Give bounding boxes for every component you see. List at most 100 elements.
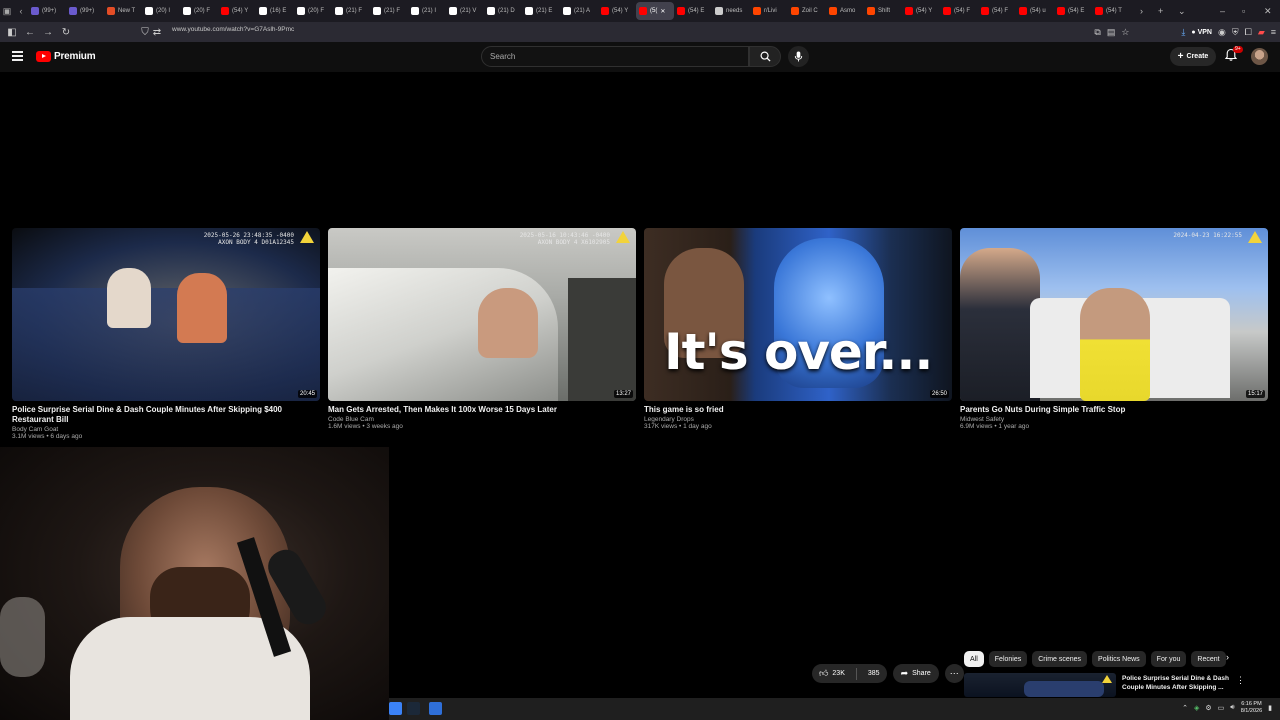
video-card[interactable]: 2025-05-16 10:43:46 -0400 AXON BODY 4 X6…: [328, 228, 636, 430]
channel-name[interactable]: Midwest Safety: [960, 416, 1268, 423]
new-tab-icon[interactable]: +: [1158, 0, 1163, 22]
video-card[interactable]: 2024-04-23 16:22:55 15:17 Parents Go Nut…: [960, 228, 1268, 430]
shield-extension-icon[interactable]: ⛨: [1232, 27, 1239, 38]
url-field[interactable]: www.youtube.com/watch?v=G7Aslh-9Pmc: [172, 26, 294, 33]
browser-tab[interactable]: (21) A: [560, 2, 598, 20]
browser-tab[interactable]: (54) E: [674, 2, 712, 20]
hamburger-menu-icon[interactable]: [12, 51, 23, 61]
channel-name[interactable]: Body Cam Goat: [12, 426, 320, 433]
browser-tab[interactable]: (20) F: [180, 2, 218, 20]
voice-search-button[interactable]: [788, 46, 809, 67]
extensions-icon[interactable]: ⧠: [1245, 27, 1252, 38]
browser-tab[interactable]: (5(✕: [636, 2, 674, 20]
reload-icon[interactable]: ↻: [57, 23, 75, 41]
channel-name[interactable]: Code Blue Cam: [328, 416, 636, 423]
browser-tab[interactable]: Shift: [864, 2, 902, 20]
taskbar-app-icon[interactable]: [429, 702, 442, 715]
avatar[interactable]: [1251, 48, 1268, 65]
filter-chip[interactable]: Crime scenes: [1032, 651, 1088, 667]
create-button[interactable]: + Create: [1170, 47, 1216, 66]
minimize-window-icon[interactable]: –: [1220, 0, 1225, 22]
filter-chip[interactable]: Recent: [1191, 651, 1226, 667]
browser-tab[interactable]: (21) I: [408, 2, 446, 20]
picture-in-picture-icon[interactable]: ⧉: [1094, 27, 1100, 38]
account-icon[interactable]: ◉: [1218, 27, 1226, 38]
filter-chip[interactable]: For you: [1150, 651, 1187, 667]
browser-tab[interactable]: (21) F: [332, 2, 370, 20]
network-icon[interactable]: ▭: [1218, 704, 1225, 712]
browser-tab[interactable]: (54) E: [1054, 2, 1092, 20]
video-title[interactable]: Police Surprise Serial Dine & Dash Coupl…: [12, 405, 320, 425]
browser-tab[interactable]: (54) F: [940, 2, 978, 20]
tray-overflow-icon[interactable]: ⌃: [1182, 704, 1188, 712]
tray-app-icon[interactable]: ◈: [1194, 704, 1199, 712]
video-card[interactable]: 2025-05-26 23:48:35 -0400 AXON BODY 4 D0…: [12, 228, 320, 440]
filter-chip[interactable]: All: [964, 651, 984, 667]
extension-badge-icon[interactable]: ▰: [1258, 27, 1265, 38]
video-title[interactable]: This game is so fried: [644, 405, 952, 415]
video-thumbnail[interactable]: 2025-05-26 23:48:35 -0400 AXON BODY 4 D0…: [12, 228, 320, 401]
search-input[interactable]: Search: [481, 46, 749, 67]
steam-icon[interactable]: [407, 702, 420, 715]
browser-tab[interactable]: New T: [104, 2, 142, 20]
reader-view-icon[interactable]: ▤: [1107, 27, 1116, 38]
browser-tab[interactable]: (21) E: [522, 2, 560, 20]
video-title[interactable]: Parents Go Nuts During Simple Traffic St…: [960, 405, 1268, 415]
filter-chip[interactable]: Felonies: [988, 651, 1028, 667]
like-button[interactable]: 👍︎ 23K: [812, 664, 852, 683]
browser-tab[interactable]: (21) F: [370, 2, 408, 20]
video-thumbnail[interactable]: 2024-04-23 16:22:55 15:17: [960, 228, 1268, 401]
tray-app-icon[interactable]: ⚙: [1205, 704, 1211, 712]
tab-list-dropdown-icon[interactable]: ⌄: [1178, 0, 1186, 22]
chevron-right-icon[interactable]: ›: [1226, 652, 1229, 662]
browser-tab[interactable]: (21) D: [484, 2, 522, 20]
video-thumbnail[interactable]: 2025-05-16 10:43:46 -0400 AXON BODY 4 X6…: [328, 228, 636, 401]
browser-tab[interactable]: r/Livi: [750, 2, 788, 20]
browser-tab[interactable]: Asmo: [826, 2, 864, 20]
app-menu-icon[interactable]: ≡: [1271, 27, 1276, 37]
video-card[interactable]: It's over... 26:50 This game is so fried…: [644, 228, 952, 430]
maximize-window-icon[interactable]: ▫: [1242, 0, 1245, 22]
video-thumbnail[interactable]: It's over... 26:50: [644, 228, 952, 401]
forward-icon[interactable]: →: [39, 23, 57, 41]
browser-tab[interactable]: (99+): [66, 2, 104, 20]
speaker-icon[interactable]: 🔊︎: [1230, 704, 1234, 712]
video-title[interactable]: Man Gets Arrested, Then Makes It 100x Wo…: [328, 405, 636, 415]
browser-tab[interactable]: (20) I: [142, 2, 180, 20]
browser-tab[interactable]: (16) E: [256, 2, 294, 20]
browser-tab[interactable]: needs: [712, 2, 750, 20]
browser-tab[interactable]: (54) u: [1016, 2, 1054, 20]
clock[interactable]: 6:16 PM 8/1/2026: [1241, 701, 1262, 715]
taskbar-app-icon[interactable]: [389, 702, 402, 715]
bookmark-star-icon[interactable]: ☆: [1121, 27, 1129, 38]
browser-tab[interactable]: Zoil C: [788, 2, 826, 20]
back-icon[interactable]: ←: [21, 23, 39, 41]
notification-center-icon[interactable]: ▮: [1268, 704, 1272, 712]
browser-tab[interactable]: (54) Y: [218, 2, 256, 20]
close-tab-icon[interactable]: ✕: [660, 8, 665, 15]
browser-tab[interactable]: (54) Y: [598, 2, 636, 20]
next-video-thumbnail[interactable]: [964, 673, 1116, 697]
downloads-icon[interactable]: ⤓: [1181, 27, 1185, 38]
browser-tab[interactable]: (54) T: [1092, 2, 1130, 20]
dislike-button[interactable]: 385: [861, 664, 887, 683]
youtube-logo[interactable]: Premium: [36, 51, 96, 62]
filter-chip[interactable]: Politics News: [1092, 651, 1146, 667]
browser-tab[interactable]: (21) V: [446, 2, 484, 20]
share-button[interactable]: ➦ Share: [892, 664, 939, 683]
channel-name[interactable]: Legendary Drops: [644, 416, 952, 423]
permissions-icon[interactable]: ⇄: [148, 23, 166, 41]
sidebar-toggle-icon[interactable]: ◧: [3, 23, 21, 41]
tab-overview-icon[interactable]: ▣: [0, 0, 14, 22]
next-video-title[interactable]: Police Surprise Serial Dine & Dash Coupl…: [1122, 674, 1234, 692]
browser-tab[interactable]: (54) Y: [902, 2, 940, 20]
search-button[interactable]: [749, 46, 781, 67]
kebab-menu-icon[interactable]: ⋮: [1236, 675, 1245, 686]
close-window-icon[interactable]: ✕: [1264, 0, 1272, 22]
tab-scroll-right-icon[interactable]: ›: [1140, 0, 1143, 22]
tab-scroll-left-icon[interactable]: ‹: [14, 0, 28, 22]
browser-tab[interactable]: (54) F: [978, 2, 1016, 20]
more-actions-icon[interactable]: ⋯: [944, 664, 964, 683]
vpn-button[interactable]: ● VPN: [1191, 29, 1212, 36]
next-video-item[interactable]: Police Surprise Serial Dine & Dash Coupl…: [964, 672, 1264, 698]
